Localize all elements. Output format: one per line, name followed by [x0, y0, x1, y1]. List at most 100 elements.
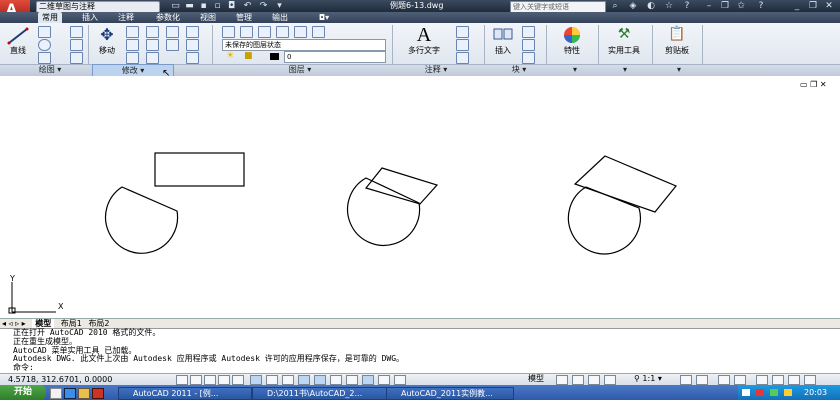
auto-scale-icon[interactable]: [696, 375, 708, 385]
arc-icon[interactable]: [38, 52, 51, 64]
clean-screen-icon[interactable]: [804, 375, 816, 385]
tab-layout1[interactable]: 布局1: [61, 319, 82, 328]
tray-network-icon[interactable]: [770, 389, 778, 396]
edit-attributes-icon[interactable]: [522, 52, 535, 64]
hardware-acceleration-icon[interactable]: [756, 375, 768, 385]
workspace-switching-icon[interactable]: [718, 375, 730, 385]
ellipse-icon[interactable]: [70, 52, 83, 64]
plot-icon[interactable]: ◘: [226, 1, 237, 11]
quick-access-dropdown-icon[interactable]: ▾: [274, 1, 285, 11]
quick-view-layouts-icon[interactable]: [556, 375, 568, 385]
annotation-monitor-icon[interactable]: [362, 375, 374, 385]
quick-launch-browser-icon[interactable]: [64, 388, 76, 399]
trim-icon[interactable]: [146, 26, 159, 38]
annotation-scale[interactable]: ⚲ 1:1 ▾: [634, 373, 662, 385]
redo-icon[interactable]: ↷: [258, 1, 269, 11]
array-icon[interactable]: [166, 39, 179, 51]
subscription-icon[interactable]: ◈: [626, 0, 640, 12]
model-space-label[interactable]: 模型: [528, 373, 544, 385]
utilities-expand-icon[interactable]: ▾: [618, 64, 632, 75]
drawing-canvas[interactable]: [0, 76, 840, 318]
taskbar-item-autocad[interactable]: AutoCAD 2011 - [例...: [118, 387, 252, 400]
quick-view-drawings-icon[interactable]: [572, 375, 584, 385]
tab-manage[interactable]: 管理: [232, 12, 256, 23]
clipboard-icon[interactable]: 📋: [668, 25, 686, 43]
move-icon[interactable]: ✥: [96, 26, 118, 44]
coordinates-readout[interactable]: 4.5718, 312.6701, 0.0000: [8, 375, 112, 384]
explode-icon[interactable]: [186, 39, 199, 51]
lineweight-icon[interactable]: [298, 375, 310, 385]
lock-icon[interactable]: [734, 375, 746, 385]
clipboard-label[interactable]: 剪贴板: [658, 45, 696, 56]
annotation-panel-title[interactable]: 注释 ▾: [416, 64, 456, 75]
layer-off-icon[interactable]: [312, 26, 325, 38]
layer-match-icon[interactable]: [240, 26, 253, 38]
layout-nav-arrows[interactable]: ◂ ◃ ▹ ▸: [2, 319, 26, 328]
layer-previous-icon[interactable]: [258, 26, 271, 38]
stretch-icon[interactable]: [126, 52, 139, 64]
quick-launch-app-icon[interactable]: [92, 388, 104, 399]
snap-icon[interactable]: [176, 375, 188, 385]
draw-panel-title[interactable]: 绘图 ▾: [20, 64, 80, 75]
isolate-objects-icon[interactable]: [772, 375, 784, 385]
leader-icon[interactable]: [456, 39, 469, 51]
ortho-icon[interactable]: [204, 375, 216, 385]
tab-layout2[interactable]: 布局2: [88, 319, 109, 328]
tab-insert[interactable]: 插入: [78, 12, 102, 23]
layer-lock-icon[interactable]: ■: [244, 51, 253, 61]
help-question-icon[interactable]: ?: [754, 0, 768, 12]
hatch-icon[interactable]: [70, 39, 83, 51]
pan-icon[interactable]: [588, 375, 600, 385]
command-window[interactable]: 正在打开 AutoCAD 2010 格式的文件。 正在重生成模型。 AutoCA…: [0, 328, 840, 374]
favorites-star-icon[interactable]: ✩: [734, 0, 748, 12]
communication-center-icon[interactable]: ◐: [644, 0, 658, 12]
block-panel-title[interactable]: 块 ▾: [504, 64, 534, 75]
erase-icon[interactable]: [186, 26, 199, 38]
fillet-icon[interactable]: [166, 26, 179, 38]
grid-icon[interactable]: [190, 375, 202, 385]
window-minimize-icon[interactable]: _: [790, 0, 804, 12]
window-restore-icon[interactable]: ❐: [806, 0, 820, 12]
properties-color-wheel-icon[interactable]: [562, 25, 582, 45]
tab-output[interactable]: 输出: [268, 12, 292, 23]
status-bar-menu-icon[interactable]: [788, 375, 800, 385]
layer-isolate-icon[interactable]: [276, 26, 289, 38]
tab-parametric[interactable]: 参数化: [150, 12, 186, 23]
quick-properties-icon[interactable]: [330, 375, 342, 385]
layer-freeze-icon[interactable]: [294, 26, 307, 38]
mirror-icon[interactable]: [146, 39, 159, 51]
tab-view[interactable]: 视图: [196, 12, 220, 23]
tab-model[interactable]: 模型: [32, 319, 55, 328]
edit-block-icon[interactable]: [522, 39, 535, 51]
copy-icon[interactable]: [126, 39, 139, 51]
new-file-icon[interactable]: ▭: [170, 1, 181, 11]
osnap-icon[interactable]: [232, 375, 244, 385]
line-tool-button[interactable]: [6, 26, 30, 46]
clipboard-expand-icon[interactable]: ▾: [672, 64, 686, 75]
utilities-label[interactable]: 实用工具: [604, 45, 644, 56]
utilities-icon[interactable]: ⚒: [614, 25, 634, 43]
command-prompt[interactable]: 命令:: [0, 363, 840, 373]
favorites-icon[interactable]: ☆: [662, 0, 676, 12]
properties-expand-icon[interactable]: ▾: [568, 64, 582, 75]
infer-constraints-icon[interactable]: [378, 375, 390, 385]
zoom-icon[interactable]: [604, 375, 616, 385]
quick-launch-folder-icon[interactable]: [78, 388, 90, 399]
help-icon[interactable]: ?: [680, 0, 694, 12]
start-button[interactable]: 开始: [0, 385, 46, 400]
table-icon[interactable]: [456, 52, 469, 64]
quick-launch-desktop-icon[interactable]: [50, 388, 62, 399]
current-layer-select[interactable]: 0: [284, 51, 386, 63]
3d-osnap-icon[interactable]: [394, 375, 406, 385]
layer-on-icon[interactable]: ☀: [226, 51, 234, 61]
viewport-window-controls[interactable]: ▭ ❐ ✕: [800, 80, 838, 89]
text-a-icon[interactable]: A: [410, 24, 438, 46]
dimension-icon[interactable]: [456, 26, 469, 38]
tab-home[interactable]: 常用: [38, 12, 62, 23]
polyline-icon[interactable]: [38, 26, 51, 38]
tray-security-icon[interactable]: [756, 389, 764, 396]
search-icon[interactable]: ⌕: [608, 0, 622, 12]
selection-cycling-icon[interactable]: [346, 375, 358, 385]
open-file-icon[interactable]: ▬: [184, 1, 195, 11]
rectangle-icon[interactable]: [70, 26, 83, 38]
